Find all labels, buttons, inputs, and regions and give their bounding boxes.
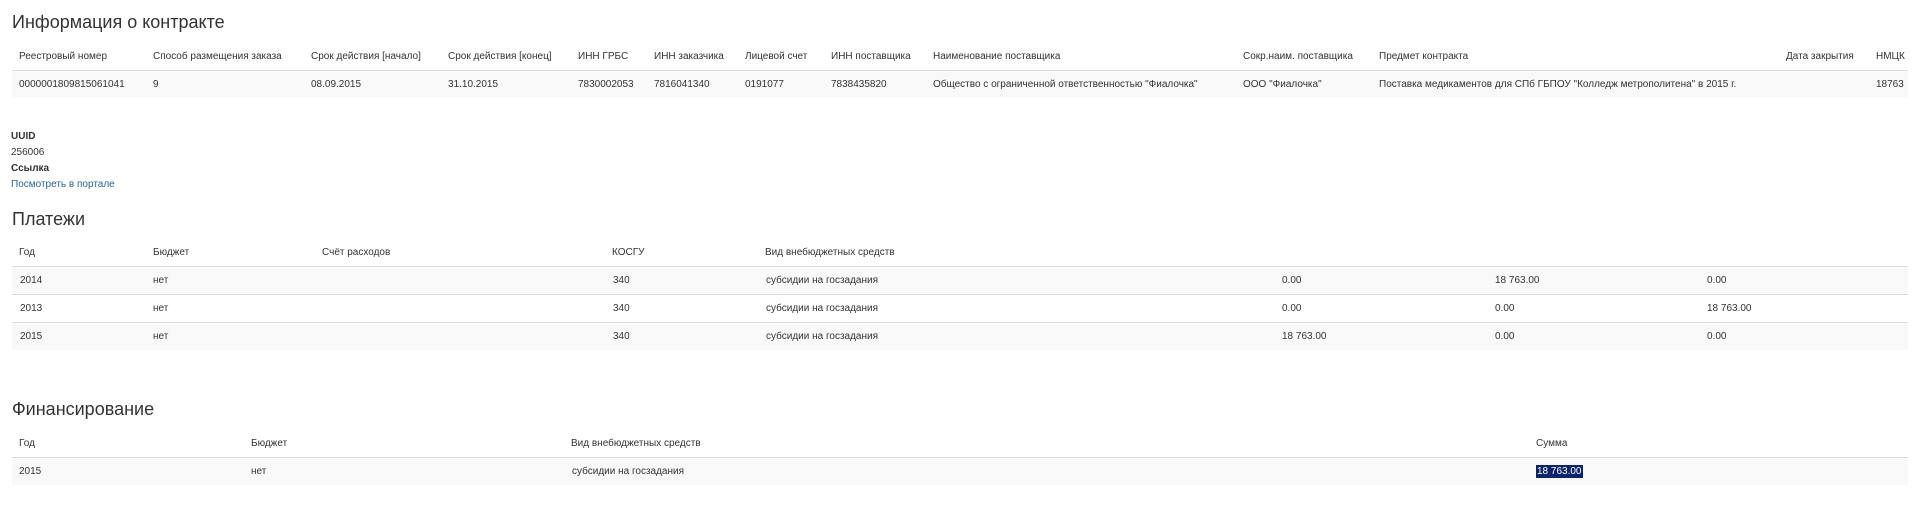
registry-number: 0000001809815061041 [12,70,146,98]
budget: нет [146,266,315,295]
contract-subject: Поставка медикаментов для СПб ГБПОУ "Кол… [1372,70,1779,98]
col-start-date[interactable]: Срок действия [начало] [304,42,441,71]
amount-1: 0.00 [1275,294,1488,323]
year: 2015 [12,322,146,350]
col-close-date[interactable]: Дата закрытия [1779,42,1869,71]
sum-value-selected[interactable]: 18 763.00 [1536,465,1583,478]
kosgu: 340 [605,294,758,323]
funds-type: субсидии на госзадания [758,322,1275,350]
col-year[interactable]: Год [12,238,146,267]
amount-1: 18 763.00 [1275,322,1488,350]
table-row: 2015 нет 340 субсидии на госзадания 18 7… [12,322,1908,350]
year: 2015 [12,457,244,485]
contract-info-title: Информация о контракте [12,12,225,32]
col-expense-account[interactable]: Счёт расходов [315,238,605,267]
payments-table: Год Бюджет Счёт расходов КОСГУ Вид внебю… [12,238,1908,350]
start-date: 08.09.2015 [304,70,441,98]
table-row: 2013 нет 340 субсидии на госзадания 0.00… [12,294,1908,323]
amount-3: 0.00 [1700,266,1908,295]
inn-customer: 7816041340 [647,70,738,98]
inn-grbs: 7830002053 [571,70,647,98]
supplier-short-name: ООО "Фиалочка" [1236,70,1372,98]
kosgu: 340 [605,322,758,350]
link-label: Ссылка [11,163,50,174]
col-inn-customer[interactable]: ИНН заказчика [647,42,738,71]
kosgu: 340 [605,266,758,295]
col-inn-supplier[interactable]: ИНН поставщика [824,42,926,71]
col-sum[interactable]: Сумма [1529,429,1908,458]
sum-cell: 18 763.00 [1529,457,1908,485]
amount-3: 18 763.00 [1700,294,1908,323]
col-inn-grbs[interactable]: ИНН ГРБС [571,42,647,71]
nmck: 18763 [1869,70,1908,98]
col-year[interactable]: Год [12,429,244,458]
col-contract-subject[interactable]: Предмет контракта [1372,42,1779,71]
col-kosgu[interactable]: КОСГУ [605,238,758,267]
col-registry-number[interactable]: Реестровый номер [12,42,146,71]
col-supplier-short-name[interactable]: Сокр.наим. поставщика [1236,42,1372,71]
col-placement-method[interactable]: Способ размещения заказа [146,42,304,71]
portal-link[interactable]: Посмотреть в портале [11,179,115,190]
contract-header-row: Реестровый номер Способ размещения заказ… [12,42,1908,71]
amount-2: 0.00 [1488,294,1700,323]
payments-title: Платежи [12,209,86,229]
budget: нет [244,457,564,485]
financing-table: Год Бюджет Вид внебюджетных средств Сумм… [12,429,1908,485]
col-end-date[interactable]: Срок действия [конец] [441,42,571,71]
table-row: 2015 нет субсидии на госзадания 18 763.0… [12,457,1908,485]
year: 2013 [12,294,146,323]
account: 0191077 [738,70,824,98]
uuid-value: 256006 [11,147,45,158]
table-row: 2014 нет 340 субсидии на госзадания 0.00… [12,266,1908,295]
col-amount-2 [1488,238,1700,267]
supplier-name: Общество с ограниченной ответственностью… [926,70,1236,98]
col-amount-1 [1275,238,1488,267]
funds-type: субсидии на госзадания [564,457,1529,485]
col-budget[interactable]: Бюджет [146,238,315,267]
close-date [1779,70,1869,98]
funds-type: субсидии на госзадания [758,266,1275,295]
table-row: 0000001809815061041 9 08.09.2015 31.10.2… [12,70,1908,98]
col-nmck[interactable]: НМЦК [1869,42,1908,71]
contract-table: Реестровый номер Способ размещения заказ… [12,42,1908,98]
col-supplier-name[interactable]: Наименование поставщика [926,42,1236,71]
amount-2: 0.00 [1488,322,1700,350]
financing-header-row: Год Бюджет Вид внебюджетных средств Сумм… [12,429,1908,458]
amount-2: 18 763.00 [1488,266,1700,295]
expense-account [315,294,605,323]
col-budget[interactable]: Бюджет [244,429,564,458]
page: Информация о контракте Реестровый номер … [0,0,1920,521]
budget: нет [146,294,315,323]
payments-header-row: Год Бюджет Счёт расходов КОСГУ Вид внебю… [12,238,1908,267]
amount-1: 0.00 [1275,266,1488,295]
financing-title: Финансирование [12,399,155,419]
amount-3: 0.00 [1700,322,1908,350]
uuid-label: UUID [11,131,36,142]
meta-info: UUID 256006 Ссылка Посмотреть в портале [11,129,115,193]
expense-account [315,266,605,295]
inn-supplier: 7838435820 [824,70,926,98]
placement-method: 9 [146,70,304,98]
end-date: 31.10.2015 [441,70,571,98]
budget: нет [146,322,315,350]
expense-account [315,322,605,350]
col-funds-type[interactable]: Вид внебюджетных средств [758,238,1275,267]
funds-type: субсидии на госзадания [758,294,1275,323]
year: 2014 [12,266,146,295]
col-amount-3 [1700,238,1908,267]
col-funds-type[interactable]: Вид внебюджетных средств [564,429,1529,458]
col-account[interactable]: Лицевой счет [738,42,824,71]
